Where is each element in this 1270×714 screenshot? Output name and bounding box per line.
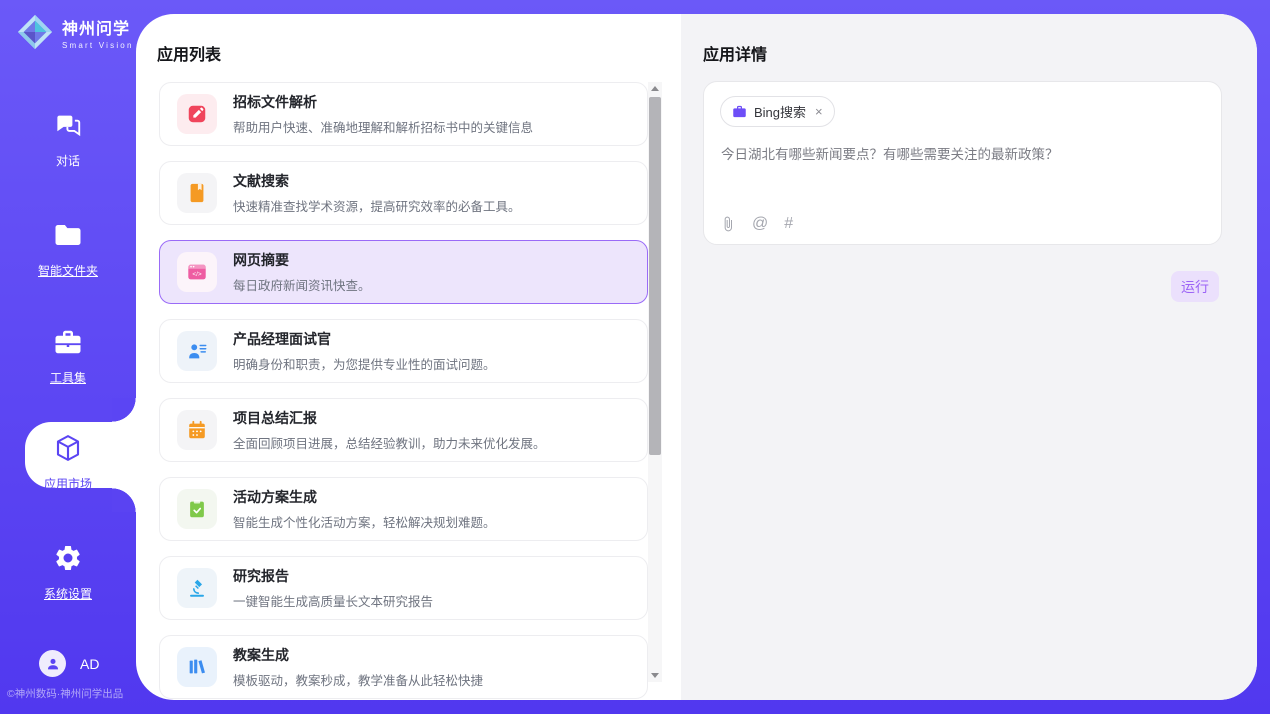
person-icon bbox=[45, 656, 61, 672]
app-card-name: 文献搜索 bbox=[233, 171, 521, 191]
sidebar-item-toolbox[interactable]: 工具集 bbox=[0, 327, 136, 386]
briefcase-icon bbox=[732, 104, 747, 119]
app-card-desc: 快速精准查找学术资源，提高研究效率的必备工具。 bbox=[233, 196, 521, 215]
app-card[interactable]: 文献搜索 快速精准查找学术资源，提高研究效率的必备工具。 bbox=[159, 161, 648, 225]
cube-icon bbox=[53, 433, 83, 463]
brand-name: 神州问学 bbox=[62, 15, 134, 39]
app-card-desc: 智能生成个性化活动方案，轻松解决规划难题。 bbox=[233, 512, 496, 531]
app-card-name: 教案生成 bbox=[233, 645, 483, 665]
edit-icon bbox=[186, 103, 208, 125]
arrow-up-icon bbox=[651, 86, 659, 91]
at-mention-icon[interactable]: @ bbox=[752, 216, 768, 232]
sidebar: 神州问学 Smart Vision 对话 智能文件夹 工具集 应用市场 系统设置 bbox=[0, 0, 136, 714]
copyright-footer: ©神州数码·神州问学出品 bbox=[7, 686, 123, 701]
app-list-title: 应用列表 bbox=[157, 41, 221, 65]
composer-toolbar: @ # bbox=[720, 216, 793, 232]
app-card-name: 产品经理面试官 bbox=[233, 329, 496, 349]
app-card-icon bbox=[177, 489, 217, 529]
app-card-icon bbox=[177, 252, 217, 292]
app-card[interactable]: 研究报告 一键智能生成高质量长文本研究报告 bbox=[159, 556, 648, 620]
browser-icon bbox=[186, 261, 208, 283]
calendar-icon bbox=[186, 419, 208, 441]
avatar bbox=[39, 650, 66, 677]
app-list-pane: 应用列表 招标文件解析 帮助用户快速、准确地理解和解析招标书中的关键信息 文献搜… bbox=[136, 14, 681, 700]
app-detail-pane: 应用详情 Bing搜索 × 今日湖北有哪些新闻要点？有哪些需要关注的最新政策？ … bbox=[681, 14, 1257, 700]
scrollbar-down-button[interactable] bbox=[648, 669, 662, 682]
folder-icon bbox=[53, 220, 83, 250]
sidebar-item-folder[interactable]: 智能文件夹 bbox=[0, 220, 136, 279]
app-card-desc: 帮助用户快速、准确地理解和解析招标书中的关键信息 bbox=[233, 117, 533, 136]
run-button[interactable]: 运行 bbox=[1171, 271, 1219, 302]
user-menu[interactable]: AD bbox=[39, 650, 99, 677]
user-name: AD bbox=[80, 656, 99, 672]
app-card-name: 网页摘要 bbox=[233, 250, 371, 270]
app-card-icon bbox=[177, 173, 217, 213]
app-card-desc: 明确身份和职责，为您提供专业性的面试问题。 bbox=[233, 354, 496, 373]
app-card-desc: 每日政府新闻资讯快查。 bbox=[233, 275, 371, 294]
microscope-icon bbox=[186, 577, 208, 599]
query-input[interactable]: 今日湖北有哪些新闻要点？有哪些需要关注的最新政策？ bbox=[721, 145, 1205, 165]
app-card-icon bbox=[177, 647, 217, 687]
sidebar-item-chat[interactable]: 对话 bbox=[0, 110, 136, 169]
sidebar-item-label: 智能文件夹 bbox=[0, 262, 136, 279]
tool-chip-bing-search[interactable]: Bing搜索 × bbox=[720, 96, 835, 127]
app-card[interactable]: 项目总结汇报 全面回顾项目进展，总结经验教训，助力未来优化发展。 bbox=[159, 398, 648, 462]
app-card-name: 研究报告 bbox=[233, 566, 433, 586]
app-card-name: 招标文件解析 bbox=[233, 92, 533, 112]
diamond-logo-icon bbox=[16, 13, 54, 51]
books-icon bbox=[186, 656, 208, 678]
app-card[interactable]: 产品经理面试官 明确身份和职责，为您提供专业性的面试问题。 bbox=[159, 319, 648, 383]
scrollbar[interactable] bbox=[648, 82, 662, 682]
app-card-name: 项目总结汇报 bbox=[233, 408, 546, 428]
app-card[interactable]: 活动方案生成 智能生成个性化活动方案，轻松解决规划难题。 bbox=[159, 477, 648, 541]
scrollbar-up-button[interactable] bbox=[648, 82, 662, 95]
app-card[interactable]: 网页摘要 每日政府新闻资讯快查。 bbox=[159, 240, 648, 304]
gear-icon bbox=[53, 543, 83, 573]
prompt-card: Bing搜索 × 今日湖北有哪些新闻要点？有哪些需要关注的最新政策？ @ # bbox=[703, 81, 1222, 245]
chat-icon bbox=[53, 110, 83, 140]
app-card-icon bbox=[177, 94, 217, 134]
book-icon bbox=[186, 182, 208, 204]
app-card-icon bbox=[177, 331, 217, 371]
brand-logo: 神州问学 Smart Vision bbox=[16, 13, 134, 51]
app-card[interactable]: 教案生成 模板驱动，教案秒成，教学准备从此轻松快捷 bbox=[159, 635, 648, 699]
sidebar-item-cube[interactable]: 应用市场 bbox=[0, 433, 136, 492]
app-card-icon bbox=[177, 410, 217, 450]
sidebar-item-label: 系统设置 bbox=[0, 585, 136, 602]
sidebar-item-label: 对话 bbox=[0, 152, 136, 169]
hash-icon[interactable]: # bbox=[784, 216, 793, 232]
app-detail-title: 应用详情 bbox=[703, 41, 767, 65]
app-card-desc: 一键智能生成高质量长文本研究报告 bbox=[233, 591, 433, 610]
main-content: 应用列表 招标文件解析 帮助用户快速、准确地理解和解析招标书中的关键信息 文献搜… bbox=[136, 14, 1257, 700]
app-card-icon bbox=[177, 568, 217, 608]
app-card-desc: 全面回顾项目进展，总结经验教训，助力未来优化发展。 bbox=[233, 433, 546, 452]
arrow-down-icon bbox=[651, 673, 659, 678]
sidebar-item-gear[interactable]: 系统设置 bbox=[0, 543, 136, 602]
app-list: 招标文件解析 帮助用户快速、准确地理解和解析招标书中的关键信息 文献搜索 快速精… bbox=[159, 82, 648, 700]
chip-close-icon[interactable]: × bbox=[815, 104, 823, 119]
toolbox-icon bbox=[53, 327, 83, 357]
clipboard-icon bbox=[186, 498, 208, 520]
interviewer-icon bbox=[186, 340, 208, 362]
sidebar-item-label: 工具集 bbox=[0, 369, 136, 386]
app-card-name: 活动方案生成 bbox=[233, 487, 496, 507]
bubble-connector-top bbox=[112, 398, 136, 422]
sidebar-item-label: 应用市场 bbox=[0, 475, 136, 492]
scrollbar-thumb[interactable] bbox=[649, 97, 661, 455]
tool-chip-label: Bing搜索 bbox=[754, 102, 806, 121]
app-card-desc: 模板驱动，教案秒成，教学准备从此轻松快捷 bbox=[233, 670, 483, 689]
brand-subtitle: Smart Vision bbox=[62, 41, 134, 50]
paperclip-icon[interactable] bbox=[720, 216, 736, 232]
app-card[interactable]: 招标文件解析 帮助用户快速、准确地理解和解析招标书中的关键信息 bbox=[159, 82, 648, 146]
